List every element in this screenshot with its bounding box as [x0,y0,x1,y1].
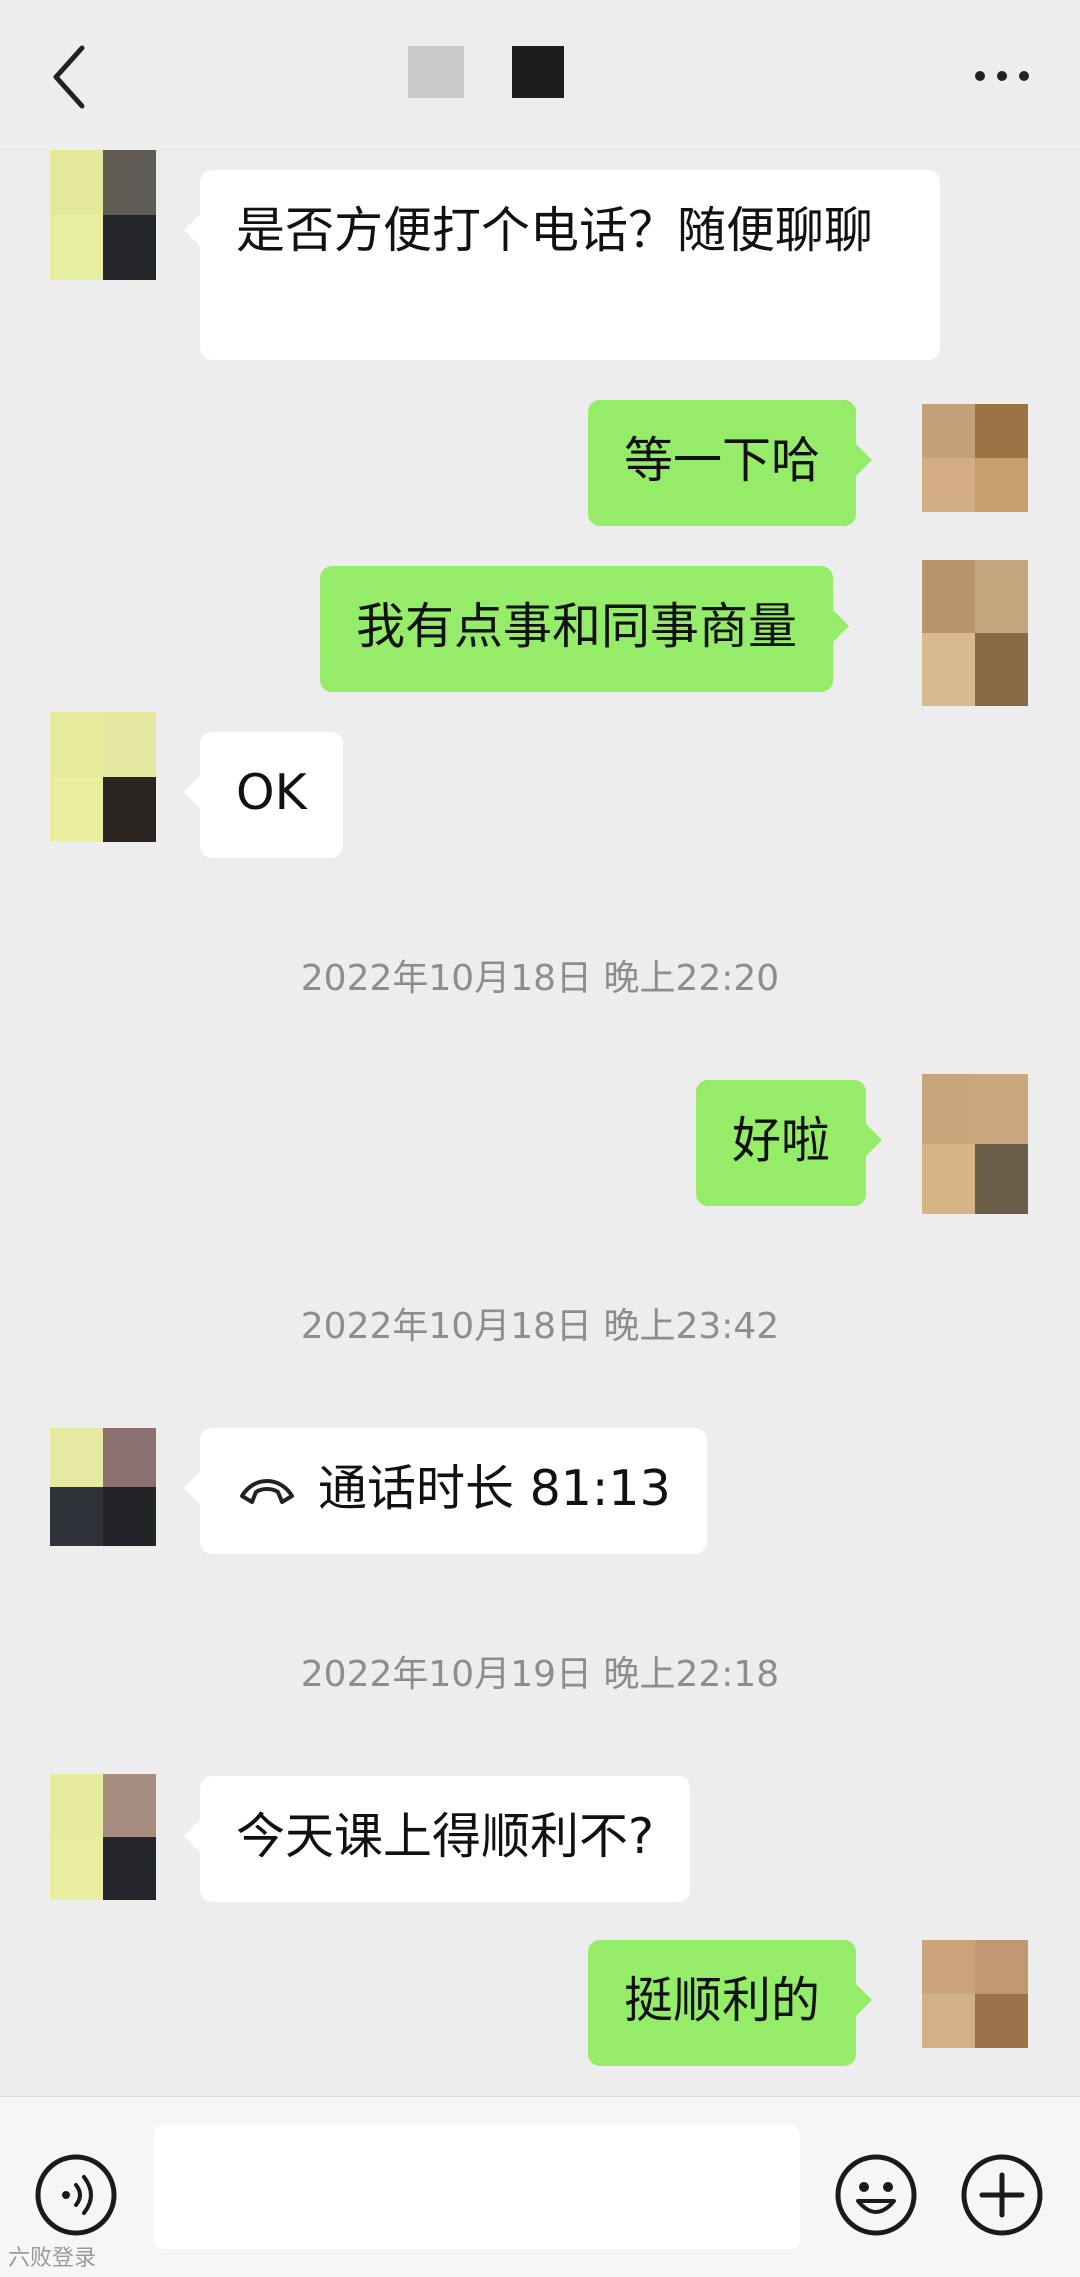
contact-avatar[interactable] [50,1428,156,1546]
message-bubble[interactable]: 今天课上得顺利不? [183,1776,691,1902]
call-record-bubble[interactable]: 通话时长 81:13 [184,1428,707,1554]
contact-name-obscured [512,46,564,98]
chat-header [0,0,1080,151]
phone-hangup-icon [240,1479,294,1504]
message-bubble[interactable]: 挺顺利的 [588,1940,873,2066]
timestamp: 2022年10月18日 晚上22:20 [300,958,780,999]
message-bubble[interactable]: 等一下哈 [588,400,873,526]
contact-avatar[interactable] [50,712,156,842]
message-bubble[interactable]: 是否方便打个电话？随便聊聊 [184,170,940,360]
voice-icon[interactable] [32,2151,120,2239]
emoji-icon[interactable] [832,2151,920,2239]
timestamp: 2022年10月19日 晚上22:18 [300,1654,780,1695]
my-avatar[interactable] [922,1074,1028,1214]
timestamp: 2022年10月18日 晚上23:42 [300,1306,780,1347]
message-bubble[interactable]: OK [184,732,343,858]
message-text: 我有点事和同事商量 [356,598,798,655]
more-dots-icon[interactable] [972,62,1032,90]
contact-name-obscured [408,46,464,98]
my-avatar[interactable] [922,1940,1028,2048]
input-bar [0,2096,1080,2277]
plus-icon[interactable] [958,2151,1046,2239]
message-text: 是否方便打个电话？随便聊聊 [236,202,874,259]
message-text: 挺顺利的 [624,1972,821,2029]
message-bubble[interactable]: 好啦 [696,1080,883,1206]
watermark: 六败登录 [8,2246,97,2271]
call-duration-text: 通话时长 81:13 [318,1460,671,1517]
message-text: 今天课上得顺利不? [236,1808,655,1865]
my-avatar[interactable] [922,404,1028,512]
my-avatar[interactable] [922,560,1028,706]
message-bubble[interactable]: 我有点事和同事商量 [320,566,850,692]
contact-avatar[interactable] [50,150,156,280]
message-text: OK [236,764,307,821]
chevron-left-icon[interactable] [48,42,92,112]
contact-avatar[interactable] [50,1774,156,1900]
message-text: 等一下哈 [624,432,821,489]
message-input[interactable] [154,2125,800,2249]
message-text: 好啦 [732,1112,831,1169]
